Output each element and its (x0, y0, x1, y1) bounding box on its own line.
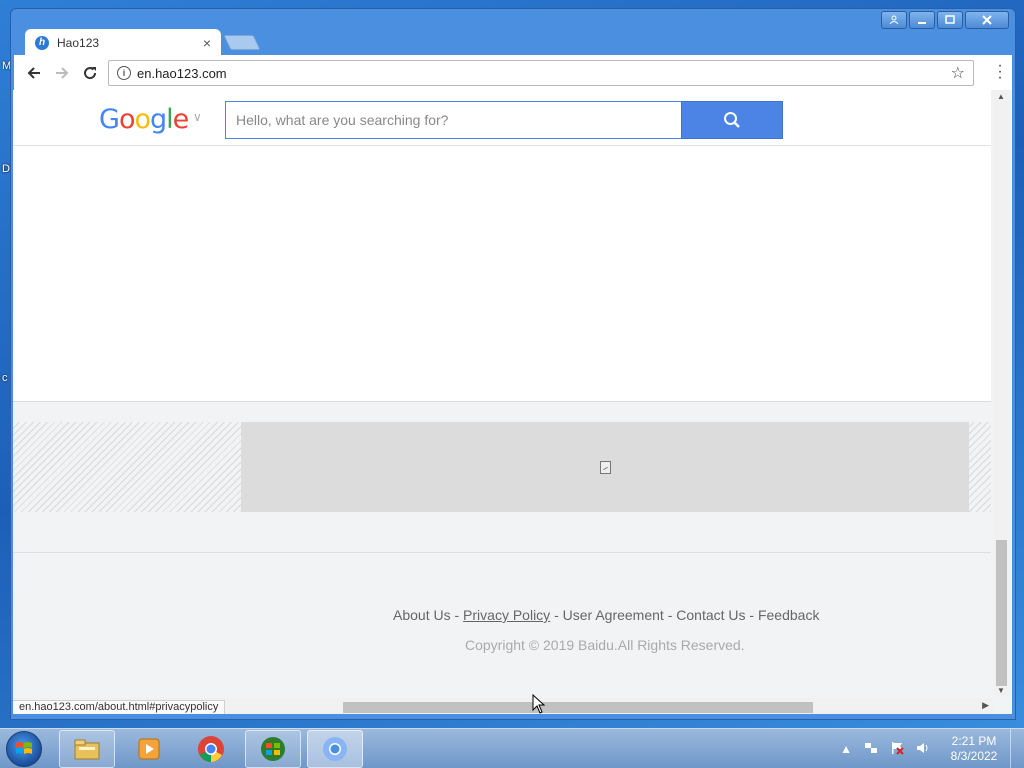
vertical-scroll-thumb[interactable] (996, 540, 1007, 686)
footer-divider (13, 552, 991, 553)
clock[interactable]: 2:21 PM 8/3/2022 (944, 734, 1004, 764)
network-icon[interactable] (864, 741, 878, 758)
search-input[interactable] (225, 101, 682, 139)
menu-kebab-icon[interactable]: · · · (992, 58, 1008, 86)
footer-link-privacy[interactable]: Privacy Policy (463, 607, 550, 623)
address-bar[interactable]: i en.hao123.com ☆ (108, 60, 974, 86)
chevron-down-icon[interactable]: ∨ (193, 110, 202, 124)
hao123-favicon-icon: h (35, 35, 49, 50)
broken-image-icon (599, 460, 611, 474)
content-area (13, 146, 991, 402)
horizontal-scroll-thumb[interactable] (343, 702, 813, 713)
browser-toolbar: i en.hao123.com ☆ · · · (14, 55, 1012, 91)
media-player-icon (138, 738, 160, 760)
scroll-down-icon[interactable]: ▼ (993, 686, 1009, 696)
file-explorer-icon (74, 739, 100, 760)
vertical-scrollbar[interactable]: ▲ ▼ (993, 90, 1009, 696)
taskbar-chromium[interactable] (307, 730, 363, 768)
search-header: Google ∨ (13, 90, 991, 146)
desktop-icon-label: c (2, 372, 8, 384)
info-icon[interactable]: i (117, 66, 131, 80)
show-desktop-button[interactable] (1010, 729, 1024, 768)
url-text: en.hao123.com (137, 65, 227, 81)
footer-link-contact[interactable]: Contact Us (676, 607, 745, 623)
scroll-up-icon[interactable]: ▲ (993, 92, 1009, 106)
status-url-bubble: en.hao123.com/about.html#privacypolicy (13, 700, 226, 714)
chromium-icon (323, 737, 347, 761)
footer-link-agreement[interactable]: User Agreement (563, 607, 664, 623)
search-button[interactable] (681, 101, 783, 139)
ad-placeholder[interactable] (241, 422, 969, 512)
taskbar-windows-live[interactable] (245, 730, 301, 768)
start-button[interactable] (6, 731, 42, 767)
minimize-icon[interactable] (909, 11, 935, 29)
volume-icon[interactable] (916, 741, 930, 758)
google-logo[interactable]: Google (99, 104, 189, 135)
tab-hao123[interactable]: h Hao123 × (25, 29, 221, 56)
new-tab-button[interactable] (223, 35, 261, 50)
footer-links: About Us - Privacy Policy - User Agreeme… (393, 607, 820, 623)
chrome-icon (198, 736, 224, 762)
show-hidden-icons-icon[interactable]: ▲ (840, 742, 852, 756)
window-controls (881, 11, 1009, 29)
maximize-icon[interactable] (937, 11, 963, 29)
footer-link-feedback[interactable]: Feedback (758, 607, 819, 623)
page-viewport: Google ∨ About Us - Privacy Policy - Use… (13, 90, 1012, 714)
user-icon[interactable] (881, 11, 907, 29)
clock-date: 8/3/2022 (950, 749, 998, 763)
reload-icon (84, 67, 97, 80)
desktop-icon-label: D (2, 163, 10, 175)
taskbar-chrome[interactable] (183, 730, 239, 768)
mouse-pointer-icon (532, 694, 546, 714)
windows-logo-icon (16, 742, 32, 754)
action-center-flag-icon[interactable] (890, 741, 904, 758)
close-icon[interactable] (965, 11, 1009, 29)
windows-live-icon (261, 737, 285, 761)
back-arrow-icon (27, 67, 40, 79)
system-tray: ▲ 2:21 PM 8/3/2022 (834, 729, 1024, 768)
taskbar-media-player[interactable] (121, 730, 177, 768)
footer-link-about[interactable]: About Us (393, 607, 451, 623)
clock-time: 2:21 PM (951, 734, 997, 748)
forward-arrow-icon (56, 67, 69, 79)
tab-title: Hao123 (57, 35, 100, 50)
scroll-right-icon[interactable]: ▶ (982, 700, 989, 711)
reload-button[interactable] (76, 59, 104, 87)
tab-close-icon[interactable]: × (203, 35, 211, 51)
taskbar: ▲ 2:21 PM 8/3/2022 (0, 728, 1024, 768)
copyright-text: Copyright © 2019 Baidu.All Rights Reserv… (465, 637, 745, 653)
bookmark-star-icon[interactable]: ☆ (951, 63, 965, 83)
taskbar-file-explorer[interactable] (59, 730, 115, 768)
search-icon (724, 112, 740, 128)
forward-button[interactable] (48, 59, 76, 87)
back-button[interactable] (20, 59, 48, 87)
